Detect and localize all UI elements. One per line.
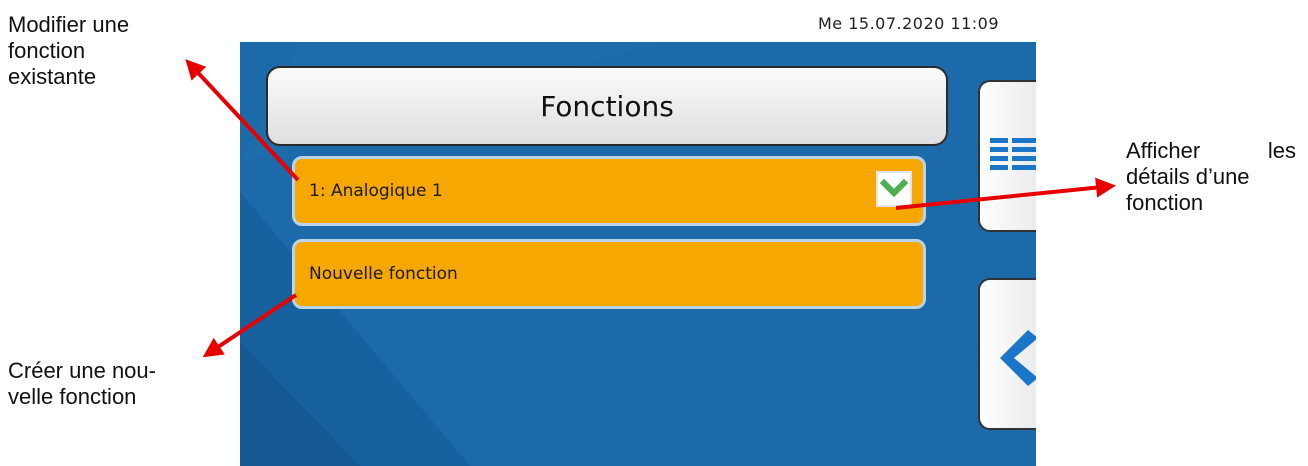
arrow-to-row-1 bbox=[185, 59, 300, 182]
annotation-arrows bbox=[185, 59, 1116, 358]
arrow-to-details bbox=[895, 177, 1116, 210]
arrow-to-new-function bbox=[202, 293, 298, 358]
